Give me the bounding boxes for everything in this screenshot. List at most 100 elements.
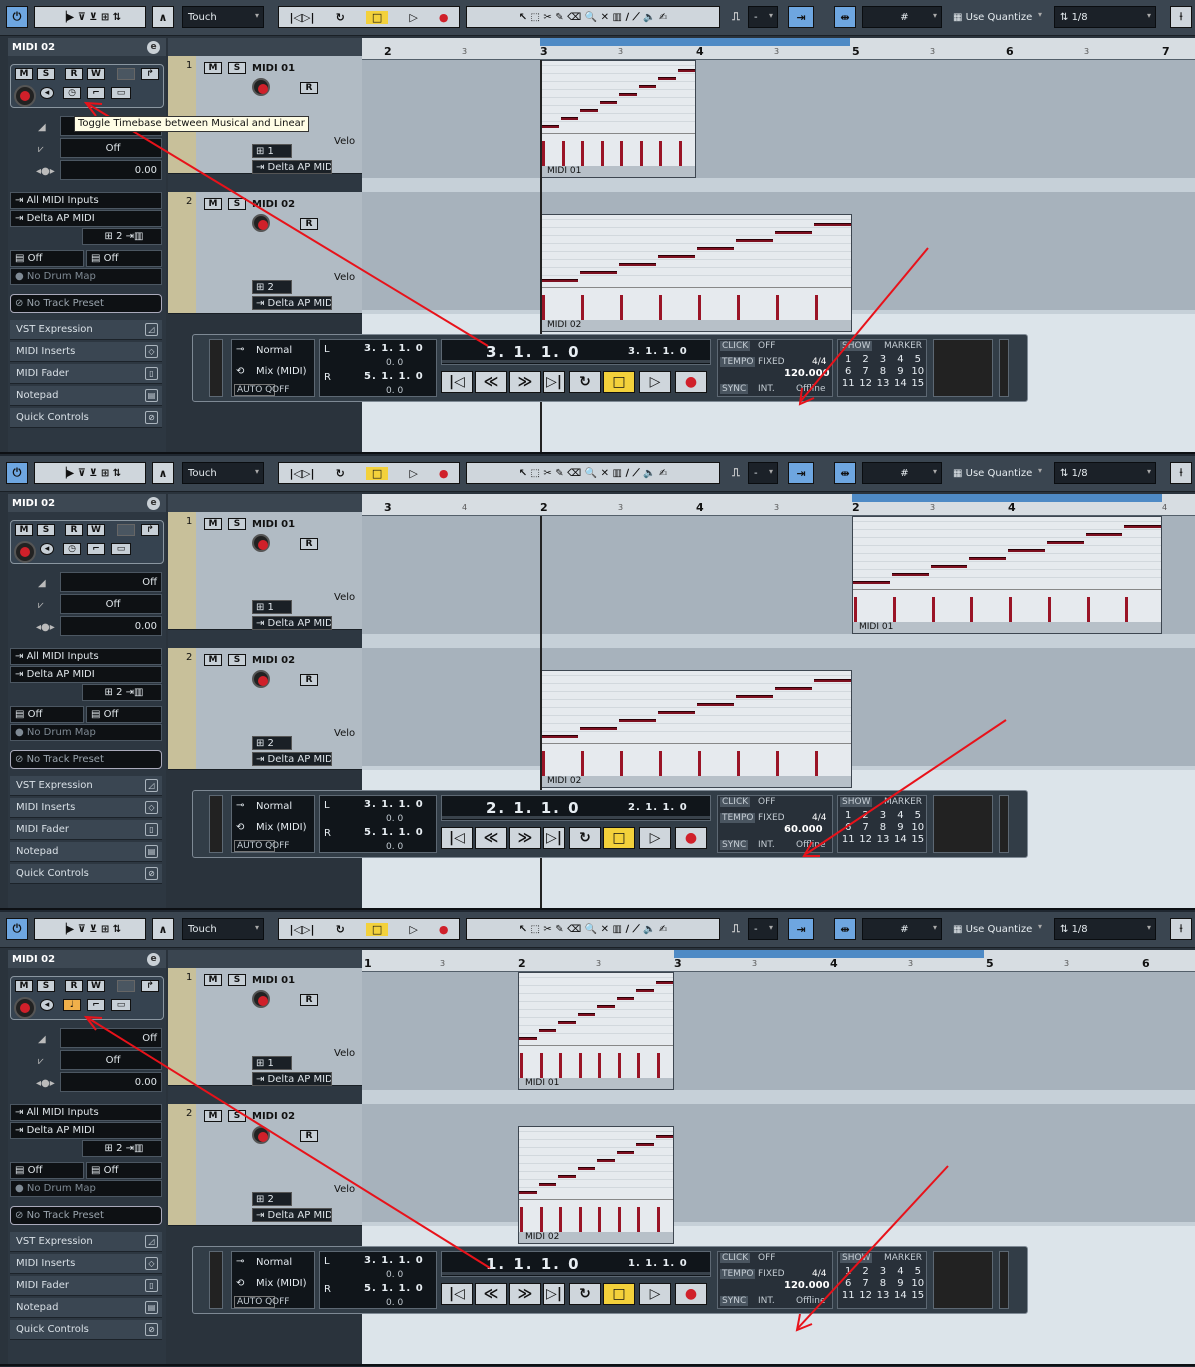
tempo-value[interactable]: 60.000 bbox=[784, 824, 823, 835]
velocity-bar[interactable] bbox=[637, 1207, 640, 1233]
view-toggles[interactable]: ▕▶ ⊽ ⊻ ⊞ ⇅ bbox=[34, 462, 146, 484]
marker-slot[interactable]: 10 bbox=[910, 822, 926, 833]
marker-slot[interactable]: 12 bbox=[857, 378, 873, 389]
click-label[interactable]: CLICK bbox=[720, 1253, 751, 1263]
track-output-field[interactable]: ⇥ Delta AP MIDI bbox=[252, 616, 332, 630]
midi-note[interactable] bbox=[677, 69, 695, 72]
record-mode-value[interactable]: Normal bbox=[256, 1257, 292, 1268]
track-channel-field[interactable]: ⊞ 1 bbox=[252, 600, 292, 614]
track-output-field[interactable]: ⇥ Delta AP MIDI bbox=[252, 160, 332, 174]
marker-slot[interactable]: 9 bbox=[892, 366, 908, 377]
right-locator-value[interactable]: 5. 1. 1. 0 bbox=[364, 827, 424, 838]
bank-select[interactable]: ▤ Off bbox=[10, 706, 84, 723]
velocity-bar[interactable] bbox=[581, 295, 584, 321]
delay-field[interactable]: 0.00 bbox=[60, 1072, 162, 1092]
transport-mini[interactable]: |◁▷| ↻ □ ▷ ● bbox=[278, 918, 460, 940]
marker-slot[interactable]: 8 bbox=[875, 1278, 891, 1289]
inspector-section-vst-expression[interactable]: VST Expression ◿ bbox=[10, 776, 162, 796]
track-output-field[interactable]: ⇥ Delta AP MIDI bbox=[252, 1208, 332, 1222]
marker-slot[interactable]: 14 bbox=[892, 834, 908, 845]
show-markers-button[interactable]: SHOW bbox=[840, 797, 873, 807]
midi-note[interactable] bbox=[658, 77, 676, 80]
cycle-mode-value[interactable]: Mix (MIDI) bbox=[256, 822, 307, 833]
grid-type-icon[interactable]: ⇹ bbox=[834, 6, 856, 28]
edit-instrument-icon[interactable]: e bbox=[147, 497, 160, 510]
rewind-button[interactable]: ≪ bbox=[475, 827, 507, 849]
velocity-bar[interactable] bbox=[737, 751, 740, 777]
timebase-toggle-icon[interactable]: ◷ bbox=[63, 543, 81, 555]
velocity-bar[interactable] bbox=[637, 1053, 640, 1079]
track-solo-button[interactable]: S bbox=[228, 62, 246, 74]
pan-field[interactable]: Off bbox=[60, 1050, 162, 1070]
quantize-settings-icon[interactable]: ⟊ bbox=[1170, 462, 1192, 484]
solo-button[interactable]: S bbox=[37, 68, 55, 80]
track-record-button[interactable] bbox=[252, 1126, 270, 1144]
midi-part[interactable]: MIDI 02 bbox=[540, 214, 852, 332]
lock-icon[interactable] bbox=[117, 524, 135, 536]
track-name[interactable]: MIDI 02 bbox=[252, 1111, 295, 1122]
velocity-bar[interactable] bbox=[598, 1053, 601, 1079]
velocity-bar[interactable] bbox=[1009, 597, 1012, 623]
inspector-section-quick-controls[interactable]: Quick Controls ⊘ bbox=[10, 864, 162, 884]
edit-in-place-icon[interactable]: ▭ bbox=[111, 999, 131, 1011]
velocity-bar[interactable] bbox=[892, 597, 896, 623]
velocity-bar[interactable] bbox=[561, 141, 565, 167]
time-signature-value[interactable]: 4/4 bbox=[812, 813, 826, 823]
record-button[interactable]: ● bbox=[675, 371, 707, 393]
midi-note[interactable] bbox=[697, 703, 734, 706]
track-record-button[interactable] bbox=[252, 214, 270, 232]
track-read-button[interactable]: R bbox=[300, 218, 318, 230]
play-icon[interactable]: ▷ bbox=[409, 11, 417, 24]
track-color-strip[interactable] bbox=[168, 968, 196, 1085]
track-record-button[interactable] bbox=[252, 78, 270, 96]
monitor-icon[interactable]: ◂ bbox=[40, 543, 54, 555]
midi-note[interactable] bbox=[538, 1029, 556, 1032]
volume-field[interactable]: Off bbox=[60, 1028, 162, 1048]
velocity-bar[interactable] bbox=[776, 295, 779, 321]
track-name[interactable]: MIDI 02 bbox=[252, 199, 295, 210]
velocity-bar[interactable] bbox=[617, 1207, 621, 1233]
midi-part[interactable]: MIDI 01 bbox=[852, 516, 1162, 634]
marker-slot[interactable]: 11 bbox=[840, 378, 856, 389]
primary-time-display[interactable]: 1. 1. 1. 0 bbox=[486, 1255, 581, 1273]
go-start-icon[interactable]: |◁▷| bbox=[290, 11, 315, 24]
read-button[interactable]: R bbox=[65, 68, 83, 80]
drum-map-select[interactable]: ● No Drum Map bbox=[10, 1180, 162, 1197]
velocity-bar[interactable] bbox=[539, 1207, 543, 1233]
velocity-bar[interactable] bbox=[776, 751, 779, 777]
auto-quantize-label[interactable]: AUTO Q bbox=[234, 1296, 276, 1308]
grid-select[interactable]: # ▾ bbox=[862, 6, 942, 28]
track-header-2[interactable]: 2 M S MIDI 02 R ⊞ 2 ⇥ Delta AP MIDI Velo bbox=[168, 1104, 362, 1226]
read-button[interactable]: R bbox=[65, 524, 83, 536]
record-icon[interactable]: ● bbox=[439, 923, 449, 936]
velocity-bar[interactable] bbox=[678, 141, 682, 167]
inspector-section-midi-fader[interactable]: MIDI Fader ▯ bbox=[10, 364, 162, 384]
track-solo-button[interactable]: S bbox=[228, 1110, 246, 1122]
input-routing[interactable]: ⇥ All MIDI Inputs bbox=[10, 192, 162, 209]
activate-project-icon[interactable]: ⏻ bbox=[6, 462, 28, 484]
marker-slot[interactable]: 3 bbox=[875, 354, 891, 365]
midi-note[interactable] bbox=[930, 565, 968, 568]
marker-slot[interactable]: 15 bbox=[910, 1290, 926, 1301]
track-channel-field[interactable]: ⊞ 1 bbox=[252, 1056, 292, 1070]
marker-slot[interactable]: 12 bbox=[857, 1290, 873, 1301]
record-button[interactable]: ● bbox=[675, 827, 707, 849]
midi-note[interactable] bbox=[736, 239, 773, 242]
left-locator-value[interactable]: 3. 1. 1. 0 bbox=[364, 343, 424, 354]
marker-slot[interactable]: 14 bbox=[892, 378, 908, 389]
snap-on-icon[interactable]: ⇥ bbox=[788, 462, 814, 484]
automation-mode-select[interactable]: Touch ▾ bbox=[182, 918, 264, 940]
marker-slot[interactable]: 8 bbox=[875, 366, 891, 377]
midi-note[interactable] bbox=[853, 581, 890, 584]
marker-slot[interactable]: 13 bbox=[875, 1290, 891, 1301]
program-select[interactable]: ▤ Off bbox=[86, 250, 162, 267]
velocity-bar[interactable] bbox=[656, 1207, 660, 1233]
inspector-section-vst-expression[interactable]: VST Expression ◿ bbox=[10, 320, 162, 340]
forward-button[interactable]: ≫ bbox=[509, 371, 541, 393]
velocity-bar[interactable] bbox=[539, 1053, 543, 1079]
inspector-title-bar[interactable]: MIDI 02 e bbox=[8, 950, 166, 968]
track-solo-button[interactable]: S bbox=[228, 974, 246, 986]
rewind-button[interactable]: ≪ bbox=[475, 371, 507, 393]
snap-icon[interactable]: ⎍ bbox=[726, 918, 746, 940]
edit-instrument-icon[interactable]: e bbox=[147, 41, 160, 54]
